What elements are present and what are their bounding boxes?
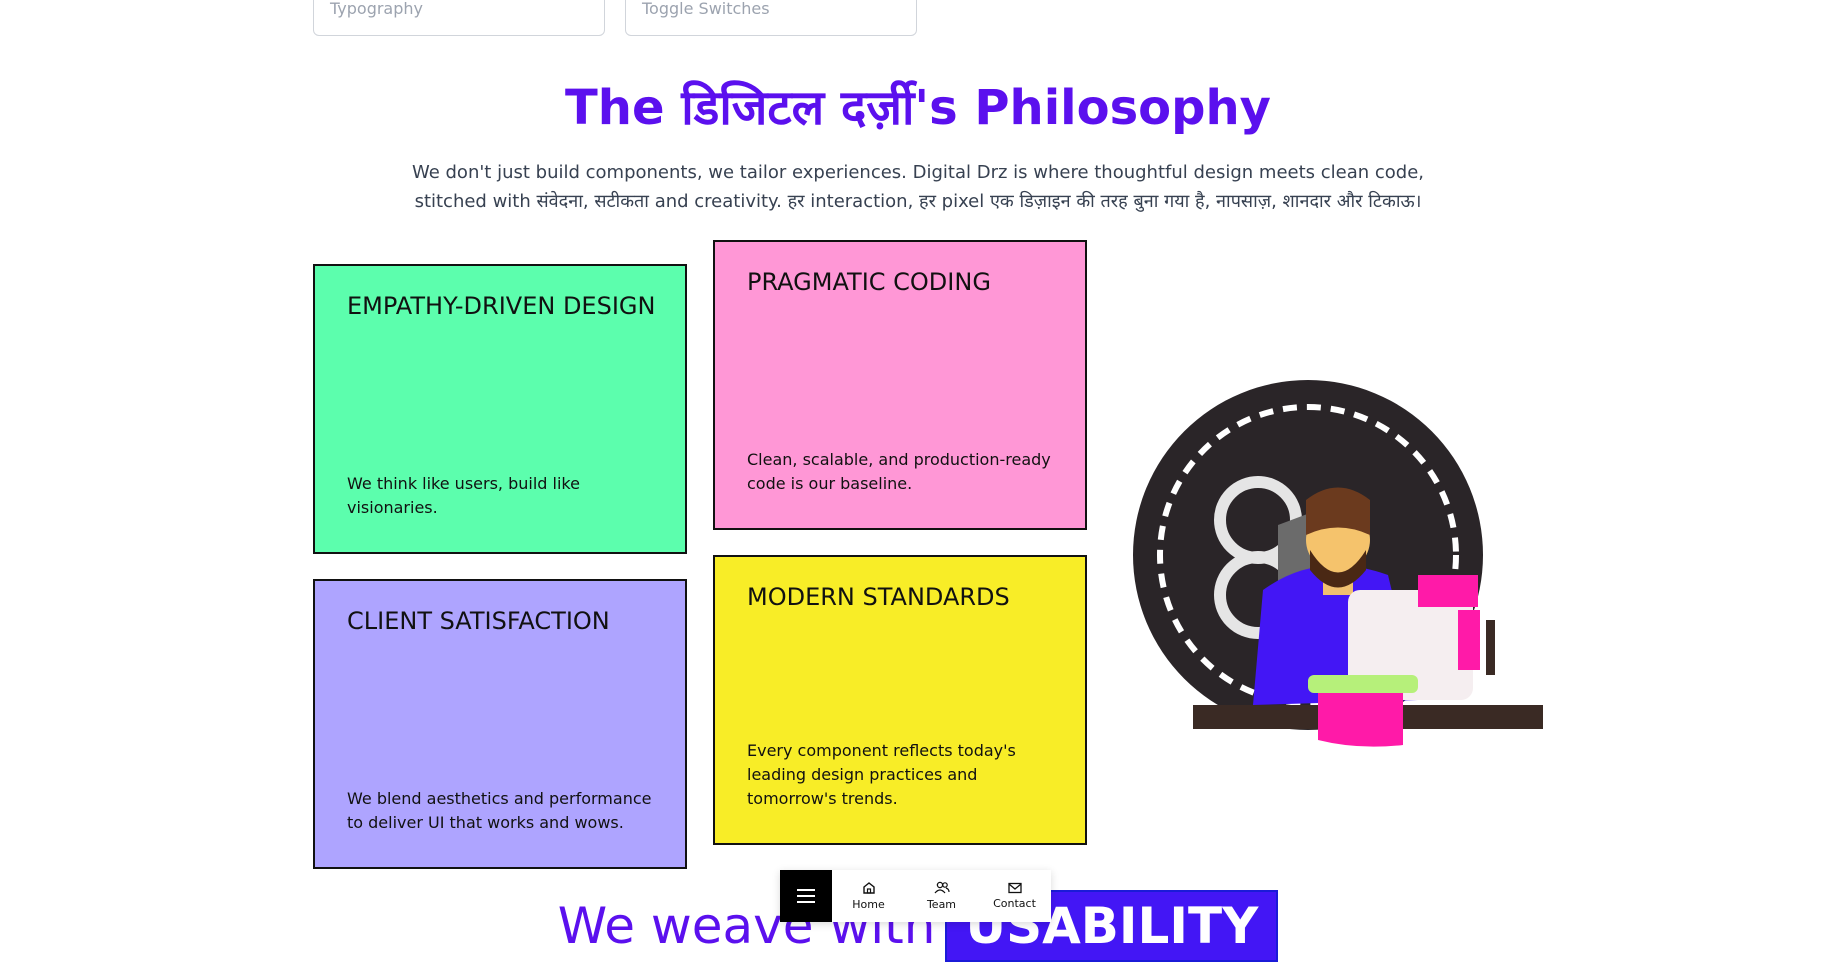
nav-home[interactable]: Home xyxy=(832,870,905,922)
nav-team-label: Team xyxy=(926,898,957,911)
mail-icon xyxy=(1007,882,1022,894)
nav-contact[interactable]: Contact xyxy=(978,870,1051,922)
card-modern-standards: MODERN STANDARDS Every component reflect… xyxy=(713,555,1087,845)
typography-card[interactable]: Typography xyxy=(313,0,605,36)
users-icon xyxy=(934,881,950,894)
toggle-switches-card[interactable]: Toggle Switches xyxy=(625,0,917,36)
card-title: CLIENT SATISFACTION xyxy=(347,607,610,635)
philosophy-intro: We don't just build components, we tailo… xyxy=(411,162,1425,212)
tailor-illustration xyxy=(1133,380,1543,747)
card-text: Every component reflects today's leading… xyxy=(747,741,1016,808)
card-title: MODERN STANDARDS xyxy=(747,583,1010,611)
card-title: PRAGMATIC CODING xyxy=(747,268,991,296)
nav-home-label: Home xyxy=(852,898,885,911)
card-title: EMPATHY-DRIVEN DESIGN xyxy=(347,292,656,320)
card-empathy-driven-design: EMPATHY-DRIVEN DESIGN We think like user… xyxy=(313,264,687,554)
card-pragmatic-coding: PRAGMATIC CODING Clean, scalable, and pr… xyxy=(713,240,1087,530)
card-text: Clean, scalable, and production-ready co… xyxy=(747,450,1051,493)
menu-button[interactable] xyxy=(780,870,832,922)
bottom-nav: Home Team Contact xyxy=(780,870,1051,922)
typography-card-label: Typography xyxy=(330,0,423,18)
nav-contact-label: Contact xyxy=(993,897,1036,910)
philosophy-title: The डिजिटल दर्ज़ी's Philosophy xyxy=(565,80,1271,136)
toggle-switches-card-label: Toggle Switches xyxy=(642,0,770,18)
nav-team[interactable]: Team xyxy=(905,870,978,922)
card-text: We blend aesthetics and performance to d… xyxy=(347,789,652,832)
card-text: We think like users, build like visionar… xyxy=(347,474,580,517)
hamburger-icon xyxy=(797,889,815,903)
home-icon xyxy=(862,882,875,894)
card-client-satisfaction: CLIENT SATISFACTION We blend aesthetics … xyxy=(313,579,687,869)
